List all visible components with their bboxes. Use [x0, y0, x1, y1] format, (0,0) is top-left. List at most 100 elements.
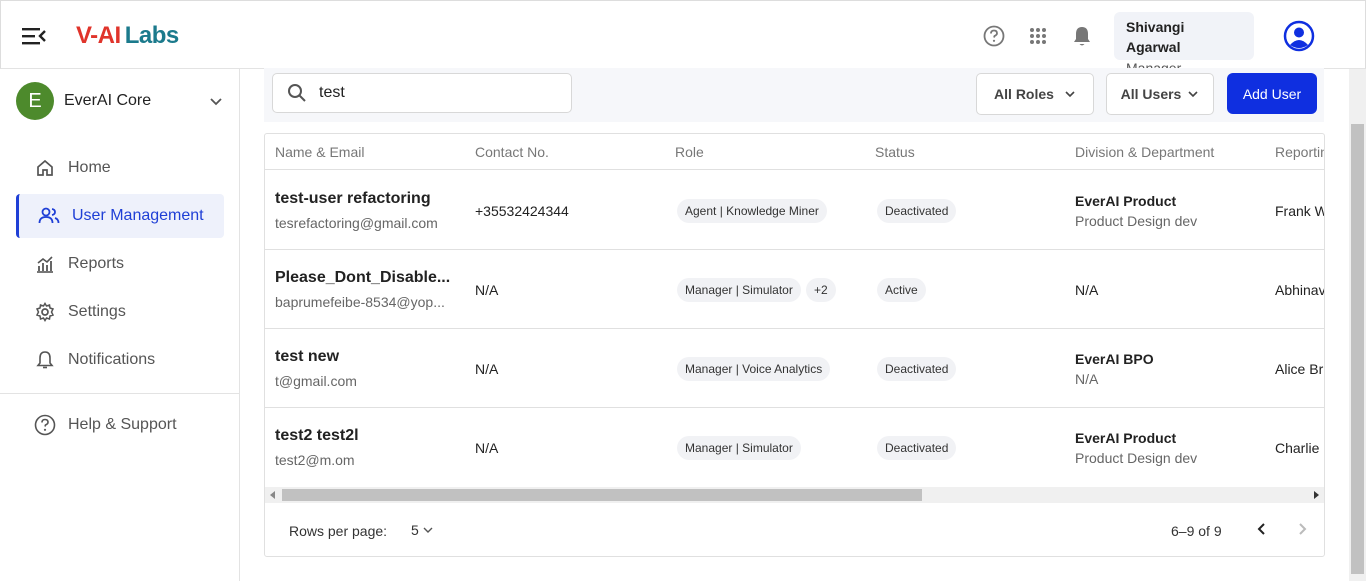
status-badge: Active — [877, 278, 926, 302]
reporting-manager: Charlie — [1275, 440, 1320, 456]
reporting-manager: Alice Br — [1275, 361, 1324, 377]
sidebar-item-settings[interactable]: Settings — [16, 290, 224, 334]
column-header-name-email[interactable]: Name & Email — [275, 144, 364, 160]
avatar-icon[interactable] — [1283, 20, 1315, 52]
table-row[interactable]: Please_Dont_Disable... baprumefeibe-8534… — [265, 250, 1325, 329]
column-header-status[interactable]: Status — [875, 144, 915, 160]
user-profile-card[interactable]: Shivangi Agarwal Manager — [1114, 12, 1254, 76]
sidebar-item-home[interactable]: Home — [16, 146, 224, 190]
previous-page-icon[interactable] — [1255, 522, 1269, 541]
user-name: test-user refactoring — [275, 190, 431, 207]
user-name: test new — [275, 348, 340, 365]
column-header-contact[interactable]: Contact No. — [475, 144, 549, 160]
division-name: EverAI BPO — [1075, 351, 1154, 367]
department-name: Product Design dev — [1075, 450, 1198, 466]
users-table: Name & Email Contact No. Role Status Div… — [264, 133, 1325, 557]
contact-number: N/A — [475, 282, 499, 298]
help-icon[interactable] — [982, 24, 1006, 48]
column-header-role[interactable]: Role — [675, 144, 704, 160]
column-header-division[interactable]: Division & Department — [1075, 144, 1214, 160]
division-name: EverAI Product — [1075, 430, 1177, 446]
search-input[interactable] — [319, 84, 559, 102]
org-switcher[interactable]: E EverAI Core — [16, 82, 224, 120]
chevron-down-icon — [210, 98, 222, 106]
table-row[interactable]: test-user refactoring tesrefactoring@gma… — [265, 171, 1325, 250]
app-logo[interactable]: V-AI Labs — [76, 19, 179, 53]
pagination-range: 6–9 of 9 — [1171, 523, 1222, 539]
reporting-manager: Abhinav — [1275, 282, 1325, 298]
contact-number: N/A — [475, 440, 499, 456]
org-badge: E — [16, 82, 54, 120]
contact-number: N/A — [475, 361, 499, 377]
sidebar: E EverAI Core Home User Management Repor… — [0, 69, 240, 581]
sidebar-item-label: Reports — [68, 255, 125, 272]
status-badge: Deactivated — [877, 436, 957, 460]
roles-filter-label: All Roles — [994, 86, 1054, 102]
help-icon — [34, 414, 56, 436]
next-page-icon[interactable] — [1295, 522, 1309, 541]
user-email: baprumefeibe-8534@yop... — [275, 294, 445, 310]
search-box[interactable] — [272, 73, 572, 113]
logo-text: Labs — [124, 22, 180, 49]
column-header-reporting[interactable]: Reportin — [1275, 144, 1324, 160]
sidebar-item-label: Home — [68, 159, 111, 176]
user-name: Shivangi Agarwal — [1126, 19, 1185, 55]
users-icon — [38, 205, 60, 227]
rows-per-page-label: Rows per page: — [289, 523, 388, 539]
org-name: EverAI Core — [64, 92, 152, 109]
rows-per-page-select[interactable]: 5 — [411, 522, 433, 538]
role-chip: Manager | Voice Analytics — [677, 357, 831, 381]
sidebar-item-help-support[interactable]: Help & Support — [16, 403, 224, 447]
logo-prefix: V-AI — [76, 22, 121, 49]
status-badge: Deactivated — [877, 357, 957, 381]
department-name: Product Design dev — [1075, 213, 1198, 229]
sidebar-item-label: Notifications — [68, 351, 156, 368]
chevron-down-icon — [1188, 91, 1198, 98]
chevron-down-icon — [423, 527, 433, 533]
role-chip: Manager | Simulator — [677, 278, 801, 302]
user-email: t@gmail.com — [275, 373, 357, 389]
horizontal-scrollbar[interactable] — [265, 487, 1324, 503]
rows-per-page-value: 5 — [411, 522, 419, 538]
home-icon — [34, 157, 56, 179]
role-chip: Manager | Simulator — [677, 436, 801, 460]
department-name: N/A — [1075, 282, 1099, 298]
role-chip: Agent | Knowledge Miner — [677, 199, 827, 223]
vertical-scroll-thumb[interactable] — [1351, 124, 1364, 574]
role-extra-chip[interactable]: +2 — [806, 278, 836, 302]
top-header: V-AI Labs Shivangi Agarwal Manager — [0, 0, 1366, 76]
horizontal-scroll-thumb[interactable] — [282, 489, 922, 501]
department-name: N/A — [1075, 371, 1099, 387]
sidebar-item-label: Settings — [68, 303, 126, 320]
chevron-down-icon — [1065, 91, 1075, 98]
user-name: Please_Dont_Disable... — [275, 269, 451, 286]
bell-icon — [34, 349, 56, 371]
scroll-right-arrow-icon[interactable] — [1314, 491, 1319, 499]
users-filter-label: All Users — [1120, 86, 1182, 102]
sidebar-item-user-management[interactable]: User Management — [16, 194, 224, 238]
scroll-left-arrow-icon[interactable] — [270, 491, 275, 499]
sidebar-item-reports[interactable]: Reports — [16, 242, 224, 286]
chart-icon — [34, 253, 56, 275]
reporting-manager: Frank W — [1275, 203, 1325, 219]
users-filter-dropdown[interactable]: All Users — [1106, 73, 1214, 115]
sidebar-item-label: Help & Support — [68, 416, 177, 433]
sidebar-divider — [0, 393, 239, 394]
add-user-button[interactable]: Add User — [1227, 73, 1317, 114]
table-row[interactable]: test2 test2l test2@m.om N/A Manager | Si… — [265, 408, 1324, 487]
bell-icon[interactable] — [1070, 24, 1094, 48]
user-email: test2@m.om — [275, 452, 355, 468]
sidebar-item-notifications[interactable]: Notifications — [16, 338, 224, 382]
apps-grid-icon[interactable] — [1026, 24, 1050, 48]
user-email: tesrefactoring@gmail.com — [275, 215, 438, 231]
table-row[interactable]: test new t@gmail.com N/A Manager | Voice… — [265, 329, 1324, 408]
vertical-scrollbar[interactable] — [1349, 69, 1366, 581]
contact-number: +35532424344 — [475, 203, 569, 219]
gear-icon — [34, 301, 56, 323]
roles-filter-dropdown[interactable]: All Roles — [976, 73, 1094, 115]
sidebar-item-label: User Management — [72, 207, 204, 224]
menu-collapse-icon[interactable] — [21, 25, 47, 47]
table-header: Name & Email Contact No. Role Status Div… — [265, 134, 1324, 170]
user-name: test2 test2l — [275, 427, 359, 444]
status-badge: Deactivated — [877, 199, 957, 223]
